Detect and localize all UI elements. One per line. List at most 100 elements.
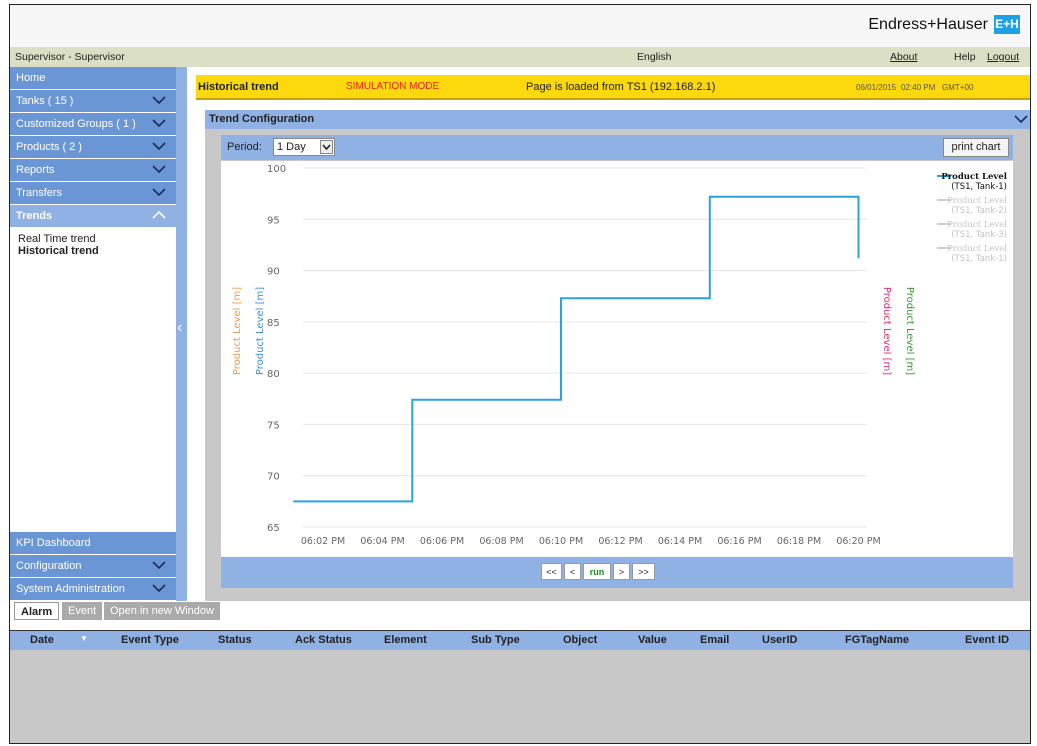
chevron-down-icon <box>152 119 166 128</box>
sidebar-item-label: KPI Dashboard <box>16 537 91 549</box>
next-page-button[interactable]: > <box>613 563 630 580</box>
trend-config-title: Trend Configuration <box>209 113 315 125</box>
brand-header: Endress+Hauser E+H <box>10 5 1030 47</box>
tab-alarm[interactable]: Alarm <box>14 602 60 620</box>
column-date[interactable]: Date <box>30 634 54 646</box>
chevron-down-icon <box>152 188 166 197</box>
page-timezone: GMT+00 <box>942 83 974 92</box>
series-line <box>293 195 860 503</box>
sidebar-item-tanks[interactable]: Tanks ( 15 ) <box>10 90 176 113</box>
sidebar-item-products[interactable]: Products ( 2 ) <box>10 136 176 159</box>
y-tick-label: 95 <box>267 215 280 226</box>
chevron-down-icon <box>152 561 166 570</box>
chevron-down-icon <box>152 96 166 105</box>
sidebar-item-label: Home <box>16 72 46 84</box>
chevron-up-icon <box>152 210 166 219</box>
print-chart-button[interactable]: print chart <box>943 138 1009 157</box>
sidebar-item-home[interactable]: Home <box>10 67 176 90</box>
sort-icon[interactable]: ▼ <box>80 634 88 643</box>
x-tick-label: 06:12 PM <box>598 536 642 547</box>
brand-name: Endress+Hauser <box>868 15 988 33</box>
sidebar-item-label: Trends <box>16 210 53 222</box>
language-selector[interactable]: English <box>637 51 671 63</box>
page-time: 02:40 PM <box>901 83 936 92</box>
sidebar-collapse-handle[interactable]: ‹ <box>176 67 187 601</box>
sidebar-item-trends[interactable]: Trends <box>10 205 176 228</box>
axis-label: Product Level [m] <box>904 287 915 375</box>
app-window: Endress+Hauser E+H Supervisor - Supervis… <box>9 4 1031 744</box>
x-tick-label: 06:08 PM <box>479 536 523 547</box>
y-tick-label: 75 <box>267 420 280 431</box>
column-ack-status[interactable]: Ack Status <box>295 634 352 646</box>
alarm-table-body <box>10 650 1030 743</box>
legend-sublabel: (TS1, Tank-1) <box>951 254 1007 264</box>
axis-label: Product Level [m] <box>881 287 892 375</box>
sidebar-item-label: Reports <box>16 164 55 176</box>
column-event-id[interactable]: Event ID <box>965 634 1009 646</box>
user-bar: Supervisor - Supervisor English About He… <box>10 47 1030 67</box>
column-email[interactable]: Email <box>700 634 729 646</box>
sidebar-item-reports[interactable]: Reports <box>10 159 176 182</box>
legend-sublabel: (TS1, Tank-1) <box>951 182 1007 192</box>
sidebar-item-label: Products ( 2 ) <box>16 141 83 153</box>
sidebar-item-configuration[interactable]: Configuration <box>10 555 176 578</box>
sidebar: Home Tanks ( 15 ) Customized Groups ( 1 … <box>10 67 176 601</box>
axis-label: Product Level [m] <box>255 287 266 375</box>
period-select[interactable]: 1 Day <box>273 138 335 156</box>
trend-config-header[interactable]: Trend Configuration <box>205 110 1030 129</box>
x-tick-label: 06:10 PM <box>539 536 583 547</box>
sidebar-item-transfers[interactable]: Transfers <box>10 182 176 205</box>
column-status[interactable]: Status <box>218 634 252 646</box>
chevron-down-icon <box>152 165 166 174</box>
brand-logo-icon: E+H <box>994 15 1020 34</box>
chart-area: 65 70 75 80 85 90 95 100 06:02 PM 06:04 PM 06:06 P… <box>221 161 1013 557</box>
about-link[interactable]: About <box>890 51 917 63</box>
first-page-button[interactable]: << <box>541 563 562 580</box>
y-tick-label: 65 <box>267 523 280 534</box>
column-sub-type[interactable]: Sub Type <box>471 634 520 646</box>
chevron-down-icon <box>152 584 166 593</box>
tab-event[interactable]: Event <box>62 602 103 620</box>
main-content: Historical trend SIMULATION MODE Page is… <box>187 67 1030 601</box>
x-tick-label: 06:16 PM <box>717 536 761 547</box>
legend-label: Product Level <box>947 196 1007 206</box>
logout-link[interactable]: Logout <box>987 51 1019 63</box>
column-object[interactable]: Object <box>563 634 597 646</box>
prev-page-button[interactable]: < <box>564 563 581 580</box>
sidebar-subitem-real-time-trend[interactable]: Real Time trend <box>10 233 176 245</box>
axis-label: Product Level [m] <box>232 287 243 375</box>
period-label: Period: <box>227 141 262 153</box>
user-name: Supervisor - Supervisor <box>15 51 125 63</box>
column-userid[interactable]: UserID <box>762 634 797 646</box>
sidebar-item-system-administration[interactable]: System Administration <box>10 578 176 601</box>
run-button[interactable]: run <box>583 563 611 580</box>
tab-open-new-window[interactable]: Open in new Window <box>104 602 220 620</box>
column-fgtagname[interactable]: FGTagName <box>845 634 909 646</box>
sidebar-item-customized-groups[interactable]: Customized Groups ( 1 ) <box>10 113 176 136</box>
chevron-down-icon <box>322 144 331 151</box>
x-tick-label: 06:06 PM <box>420 536 464 547</box>
chart-pager: << < run > >> <box>221 557 1013 588</box>
legend-label: Product Level <box>941 172 1007 182</box>
brand: Endress+Hauser E+H <box>868 15 1020 34</box>
chevron-down-icon[interactable] <box>1014 114 1028 124</box>
alarm-table-header: Date ▼ Event Type Status Ack Status Elem… <box>10 630 1030 651</box>
legend-label: Product Level <box>947 220 1007 230</box>
x-tick-label: 06:20 PM <box>836 536 880 547</box>
sidebar-subitem-historical-trend[interactable]: Historical trend <box>10 245 176 257</box>
last-page-button[interactable]: >> <box>632 563 655 580</box>
help-link[interactable]: Help <box>954 51 976 63</box>
trend-toolbar: Period: 1 Day print chart <box>221 135 1013 160</box>
sidebar-item-kpi-dashboard[interactable]: KPI Dashboard <box>10 532 176 555</box>
page-title-bar: Historical trend SIMULATION MODE Page is… <box>196 75 1030 100</box>
dropdown-arrow-icon <box>320 140 333 154</box>
sidebar-item-label: System Administration <box>16 583 125 595</box>
y-tick-label: 90 <box>267 267 280 278</box>
column-event-type[interactable]: Event Type <box>121 634 179 646</box>
column-element[interactable]: Element <box>384 634 427 646</box>
x-tick-label: 06:14 PM <box>658 536 702 547</box>
chevron-down-icon <box>152 142 166 151</box>
column-value[interactable]: Value <box>638 634 667 646</box>
sidebar-item-label: Customized Groups ( 1 ) <box>16 118 136 130</box>
sidebar-item-label: Configuration <box>16 560 82 572</box>
